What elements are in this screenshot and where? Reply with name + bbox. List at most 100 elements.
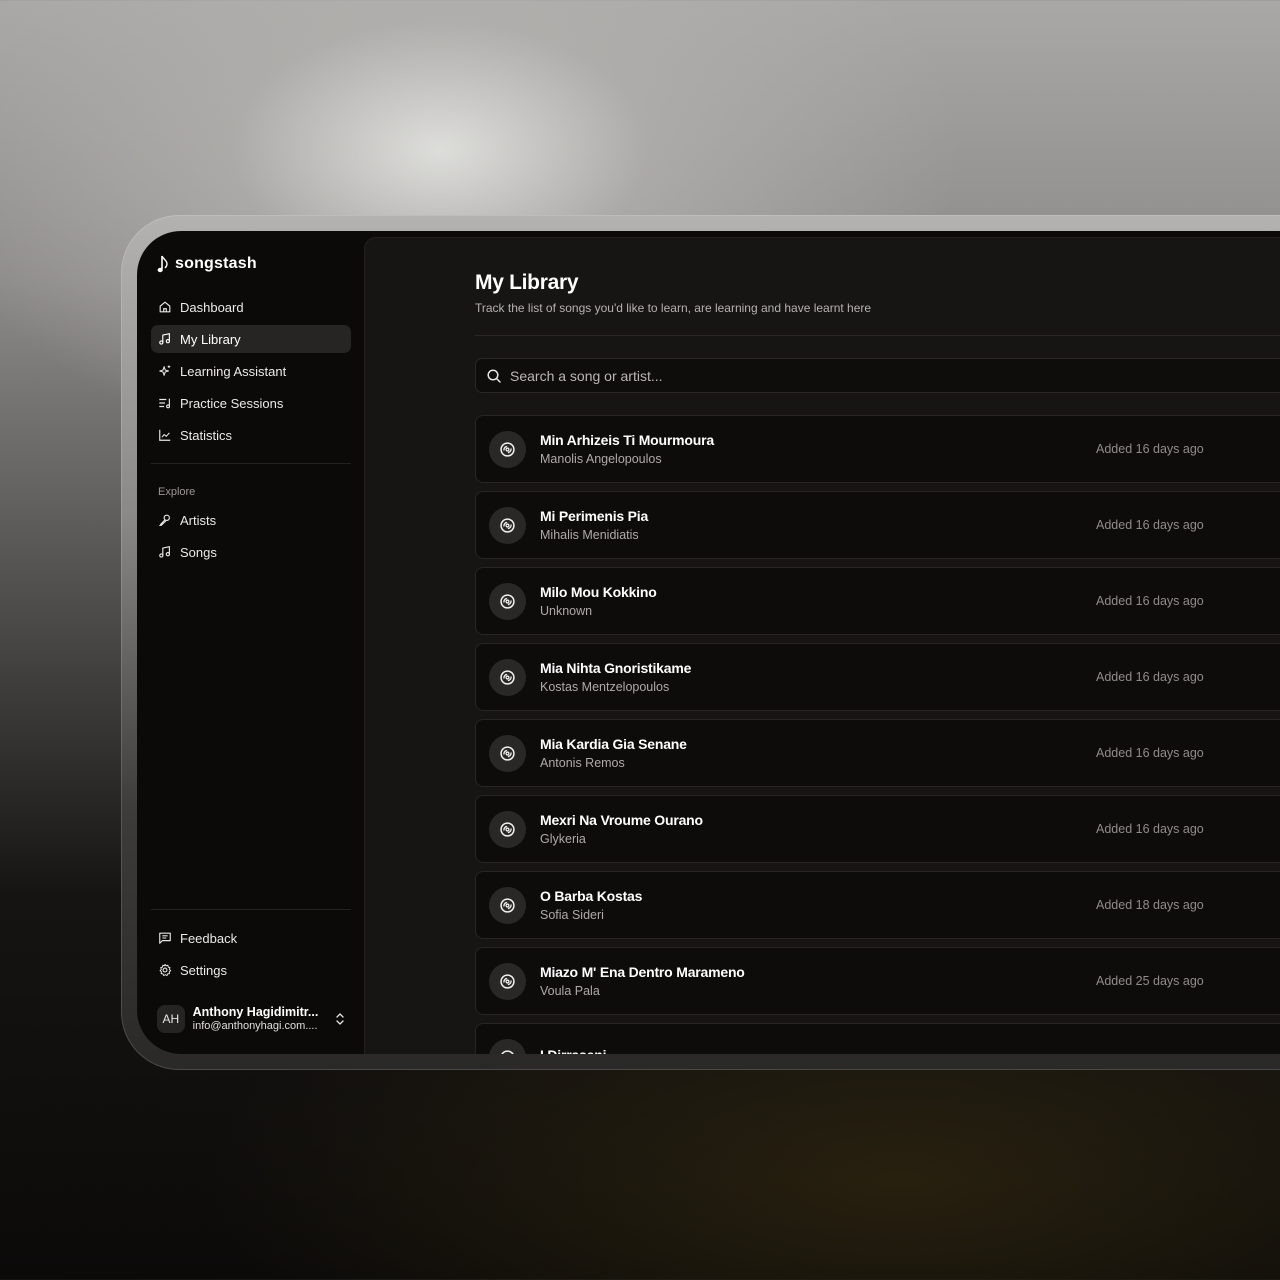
sidebar-divider bbox=[151, 463, 351, 464]
disc-icon bbox=[489, 506, 526, 544]
date-added: Added 16 days ago bbox=[1096, 518, 1204, 532]
song-artist: Voula Pala bbox=[540, 984, 600, 998]
gear-icon bbox=[158, 963, 172, 977]
song-list: Min Arhizeis Ti Mourmoura Manolis Angelo… bbox=[475, 415, 1280, 1054]
disc-icon bbox=[489, 430, 526, 468]
main-panel: My Library Track the list of songs you'd… bbox=[364, 237, 1280, 1054]
music-notes-icon bbox=[158, 545, 172, 559]
song-title: Mexri Na Vroume Ourano bbox=[540, 812, 703, 828]
song-row[interactable]: Mexri Na Vroume Ourano Glykeria Added 16… bbox=[475, 795, 1280, 863]
song-title: Mi Perimenis Pia bbox=[540, 508, 649, 524]
disc-icon bbox=[489, 886, 526, 924]
song-row[interactable]: I Dirraseni bbox=[475, 1023, 1280, 1054]
song-title: Mia Kardia Gia Senane bbox=[540, 736, 687, 752]
sidebar-item-settings[interactable]: Settings bbox=[151, 956, 351, 984]
song-info: Min Arhizeis Ti Mourmoura Manolis Angelo… bbox=[540, 432, 714, 466]
song-info: Mi Perimenis Pia Mihalis Menidiatis bbox=[540, 508, 648, 542]
song-artist: Antonis Remos bbox=[540, 756, 625, 770]
song-artist: Glykeria bbox=[540, 832, 586, 846]
avatar: AH bbox=[157, 1005, 185, 1033]
song-info: Milo Mou Kokkino Unknown bbox=[540, 584, 657, 618]
sparkles-icon bbox=[158, 364, 172, 378]
song-row[interactable]: Mia Nihta Gnoristikame Kostas Mentzelopo… bbox=[475, 643, 1280, 711]
footer-nav: Feedback Settings bbox=[151, 924, 351, 984]
song-info: Mia Kardia Gia Senane Antonis Remos bbox=[540, 736, 687, 770]
song-title: I Dirraseni bbox=[540, 1047, 606, 1054]
sidebar-item-label: Feedback bbox=[180, 930, 238, 946]
microphone-icon bbox=[158, 513, 172, 527]
line-chart-icon bbox=[158, 428, 172, 442]
main-nav: Dashboard My Library Learning Assistant bbox=[151, 293, 351, 449]
music-note-logo-icon bbox=[157, 253, 171, 275]
page-title: My Library bbox=[475, 271, 579, 294]
date-added: Added 16 days ago bbox=[1096, 670, 1204, 684]
user-info: Anthony Hagidimitr... info@anthonyhagi.c… bbox=[193, 1005, 321, 1033]
sidebar-item-songs[interactable]: Songs bbox=[151, 538, 351, 566]
explore-section-label: Explore bbox=[158, 486, 196, 498]
home-icon bbox=[158, 300, 172, 314]
song-artist: Sofia Sideri bbox=[540, 908, 604, 922]
song-title: Min Arhizeis Ti Mourmoura bbox=[540, 432, 714, 448]
sidebar-item-dashboard[interactable]: Dashboard bbox=[151, 293, 351, 321]
sidebar-footer: Feedback Settings AH Anthony Hagidimitr.… bbox=[151, 909, 351, 1054]
disc-icon bbox=[489, 734, 526, 772]
user-email: info@anthonyhagi.com.... bbox=[192, 1019, 318, 1032]
song-artist: Kostas Mentzelopoulos bbox=[540, 680, 670, 694]
date-added: Added 25 days ago bbox=[1096, 974, 1204, 988]
sidebar-item-my-library[interactable]: My Library bbox=[151, 325, 351, 353]
sidebar-item-label: Practice Sessions bbox=[180, 395, 284, 411]
list-music-icon bbox=[158, 396, 172, 410]
song-row[interactable]: O Barba Kostas Sofia Sideri Added 18 day… bbox=[475, 871, 1280, 939]
search-bar[interactable] bbox=[475, 358, 1280, 393]
message-square-icon bbox=[158, 931, 172, 945]
song-row[interactable]: Mia Kardia Gia Senane Antonis Remos Adde… bbox=[475, 719, 1280, 787]
sidebar-item-label: Learning Assistant bbox=[180, 363, 287, 379]
date-added: Added 18 days ago bbox=[1096, 898, 1204, 912]
disc-icon bbox=[489, 658, 526, 696]
sidebar-item-statistics[interactable]: Statistics bbox=[151, 421, 351, 449]
song-row[interactable]: Min Arhizeis Ti Mourmoura Manolis Angelo… bbox=[475, 415, 1280, 483]
user-name: Anthony Hagidimitr... bbox=[192, 1004, 319, 1019]
music-notes-icon bbox=[158, 332, 172, 346]
song-info: Miazo M' Ena Dentro Marameno Voula Pala bbox=[540, 964, 745, 998]
disc-icon bbox=[489, 1038, 526, 1054]
song-title: Milo Mou Kokkino bbox=[540, 584, 657, 600]
song-row[interactable]: Mi Perimenis Pia Mihalis Menidiatis Adde… bbox=[475, 491, 1280, 559]
disc-icon bbox=[489, 810, 526, 848]
sidebar-item-label: Dashboard bbox=[180, 299, 244, 315]
header-divider bbox=[475, 335, 1280, 336]
song-artist: Mihalis Menidiatis bbox=[540, 528, 639, 542]
sidebar-item-feedback[interactable]: Feedback bbox=[151, 924, 351, 952]
sidebar-item-learning-assistant[interactable]: Learning Assistant bbox=[151, 357, 351, 385]
sidebar-item-label: Songs bbox=[180, 544, 217, 560]
date-added: Added 16 days ago bbox=[1096, 746, 1204, 760]
search-input[interactable] bbox=[510, 367, 1280, 384]
chevrons-up-down-icon[interactable] bbox=[335, 1011, 345, 1027]
song-info: Mexri Na Vroume Ourano Glykeria bbox=[540, 812, 703, 846]
sidebar-item-artists[interactable]: Artists bbox=[151, 506, 351, 534]
date-added: Added 16 days ago bbox=[1096, 594, 1204, 608]
song-row[interactable]: Miazo M' Ena Dentro Marameno Voula Pala … bbox=[475, 947, 1280, 1015]
song-row[interactable]: Milo Mou Kokkino Unknown Added 16 days a… bbox=[475, 567, 1280, 635]
sidebar-item-label: Artists bbox=[180, 512, 217, 528]
sidebar: songstash Dashboard My Library Learning … bbox=[137, 231, 365, 1054]
disc-icon bbox=[489, 582, 526, 620]
song-info: Mia Nihta Gnoristikame Kostas Mentzelopo… bbox=[540, 660, 691, 694]
page-subtitle: Track the list of songs you'd like to le… bbox=[475, 301, 872, 315]
app-window: songstash Dashboard My Library Learning … bbox=[137, 231, 1280, 1054]
sidebar-footer-divider bbox=[151, 909, 351, 910]
disc-icon bbox=[489, 962, 526, 1000]
song-title: O Barba Kostas bbox=[540, 888, 643, 904]
sidebar-item-label: Statistics bbox=[180, 427, 233, 443]
app-logo[interactable]: songstash bbox=[151, 249, 351, 279]
song-title: Mia Nihta Gnoristikame bbox=[540, 660, 692, 676]
app-name: songstash bbox=[175, 255, 257, 272]
song-info: O Barba Kostas Sofia Sideri bbox=[540, 888, 642, 922]
user-menu[interactable]: AH Anthony Hagidimitr... info@anthonyhag… bbox=[151, 998, 351, 1040]
device-frame: songstash Dashboard My Library Learning … bbox=[121, 215, 1280, 1070]
song-title: Miazo M' Ena Dentro Marameno bbox=[540, 964, 745, 980]
song-info: I Dirraseni bbox=[540, 1047, 606, 1054]
song-artist: Unknown bbox=[540, 604, 593, 618]
song-artist: Manolis Angelopoulos bbox=[540, 452, 662, 466]
sidebar-item-practice-sessions[interactable]: Practice Sessions bbox=[151, 389, 351, 417]
